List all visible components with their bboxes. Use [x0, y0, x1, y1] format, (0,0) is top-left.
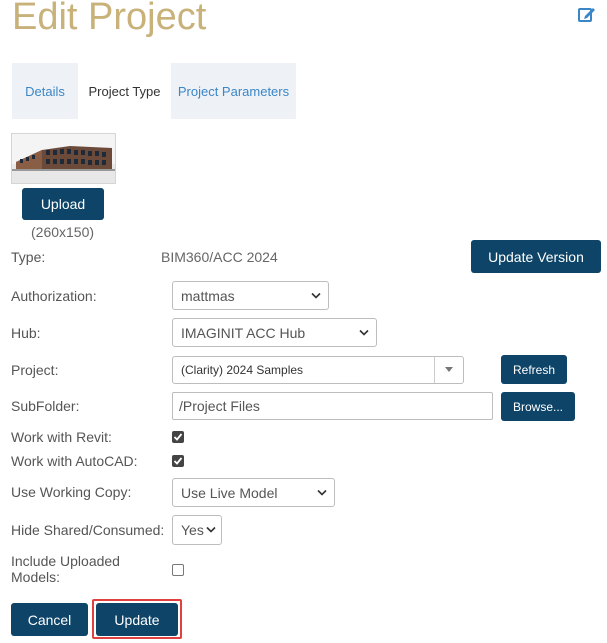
hide-shared-select-value: Yes — [181, 522, 204, 538]
work-with-revit-label: Work with Revit: — [11, 429, 112, 445]
upload-button[interactable]: Upload — [22, 188, 104, 220]
tab-bar: Details Project Type Project Parameters — [12, 63, 296, 119]
hub-select-value: IMAGINIT ACC Hub — [181, 324, 306, 341]
type-label: Type: — [11, 249, 46, 265]
hide-shared-label: Hide Shared/Consumed: — [11, 522, 165, 538]
include-uploaded-checkbox[interactable] — [172, 564, 184, 576]
chevron-down-icon — [317, 489, 327, 496]
authorization-select-value: mattmas — [181, 287, 235, 304]
refresh-button[interactable]: Refresh — [501, 355, 567, 384]
edit-icon[interactable] — [577, 4, 597, 24]
caret-down-icon — [445, 367, 453, 372]
hide-shared-select[interactable]: Yes — [172, 515, 222, 545]
tab-project-parameters[interactable]: Project Parameters — [171, 63, 296, 119]
work-with-autocad-checkbox[interactable] — [172, 455, 184, 467]
hub-label: Hub: — [11, 325, 41, 341]
include-uploaded-label-line2: Models: — [11, 569, 61, 585]
work-with-revit-checkbox[interactable] — [172, 431, 184, 443]
upload-dimensions-hint: (260x150) — [31, 224, 95, 240]
update-button[interactable]: Update — [96, 603, 178, 636]
use-working-copy-select-value: Use Live Model — [181, 484, 278, 501]
tab-details[interactable]: Details — [12, 63, 78, 119]
chevron-down-icon — [359, 329, 369, 336]
project-thumbnail — [11, 133, 116, 184]
include-uploaded-label-line1: Include Uploaded — [11, 553, 120, 569]
chevron-down-icon — [206, 526, 216, 533]
project-select-toggle[interactable] — [434, 357, 463, 383]
check-icon — [173, 457, 183, 465]
hub-select[interactable]: IMAGINIT ACC Hub — [172, 318, 377, 347]
page-title: Edit Project — [12, 0, 207, 38]
tab-project-type[interactable]: Project Type — [78, 63, 171, 119]
project-select[interactable]: (Clarity) 2024 Samples — [172, 356, 464, 384]
browse-button[interactable]: Browse... — [501, 392, 575, 421]
cancel-button[interactable]: Cancel — [11, 603, 88, 636]
project-select-value: (Clarity) 2024 Samples — [181, 363, 304, 377]
use-working-copy-select[interactable]: Use Live Model — [172, 478, 335, 507]
chevron-down-icon — [311, 292, 321, 299]
subfolder-label: SubFolder: — [11, 398, 80, 414]
authorization-label: Authorization: — [11, 288, 97, 304]
subfolder-input[interactable]: /Project Files — [172, 392, 493, 420]
use-working-copy-label: Use Working Copy: — [11, 484, 132, 500]
update-version-button[interactable]: Update Version — [471, 240, 601, 273]
work-with-autocad-label: Work with AutoCAD: — [11, 453, 138, 469]
project-label: Project: — [11, 362, 59, 378]
type-value: BIM360/ACC 2024 — [161, 249, 278, 265]
check-icon — [173, 433, 183, 441]
authorization-select[interactable]: mattmas — [172, 281, 329, 310]
